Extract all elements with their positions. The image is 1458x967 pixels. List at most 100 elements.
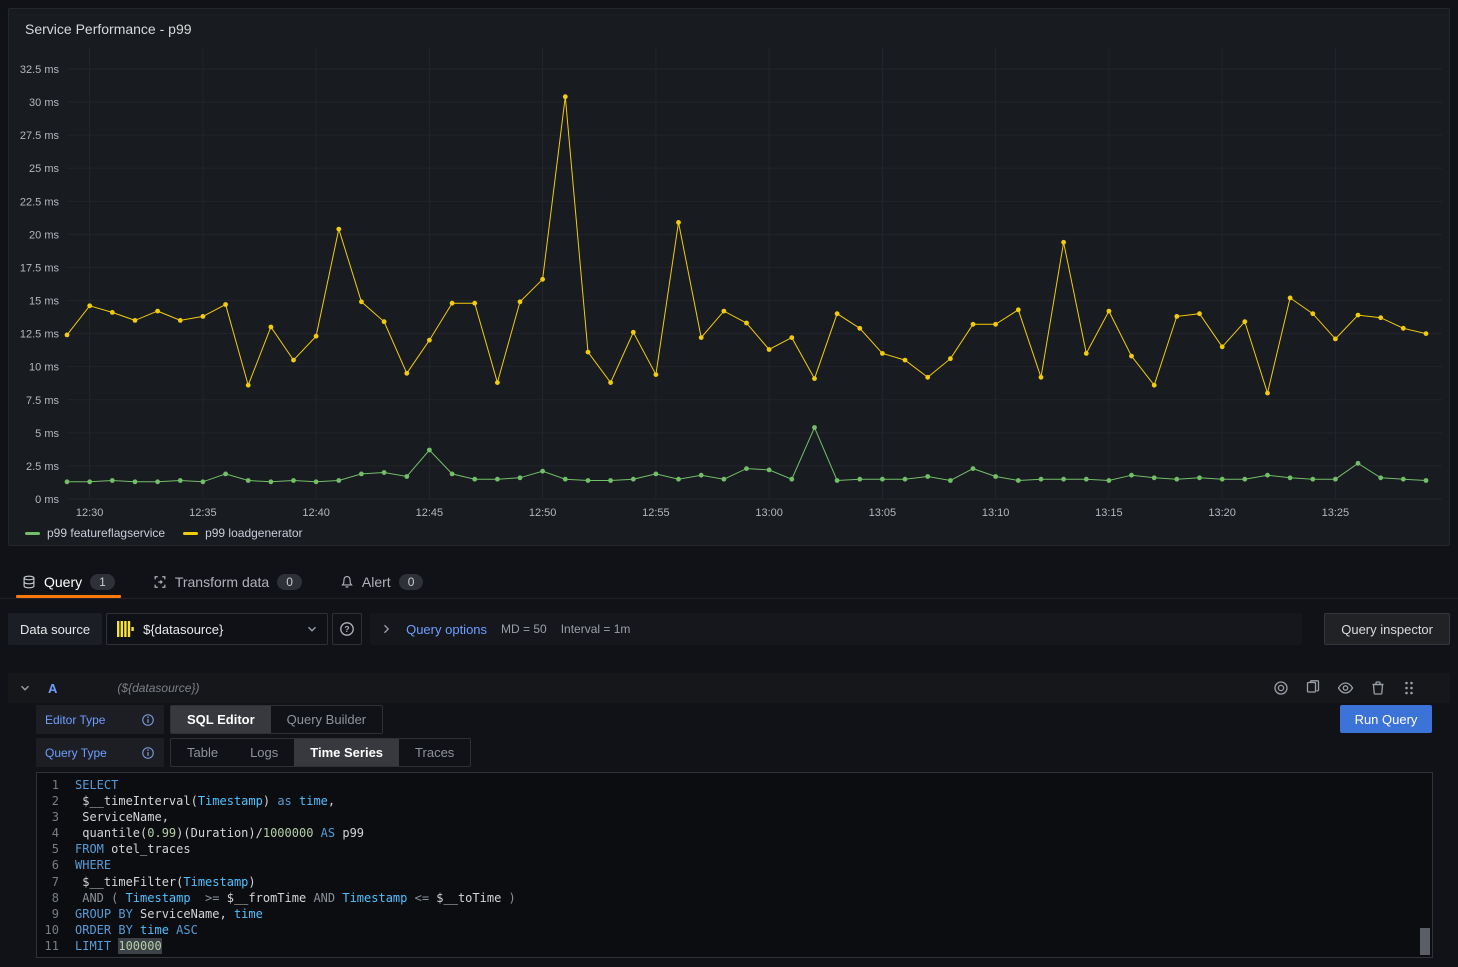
tab-count-badge: 0 — [277, 574, 302, 590]
line-number: 9 — [37, 906, 75, 922]
query-options-link[interactable]: Query options — [406, 622, 487, 637]
line-number: 3 — [37, 809, 75, 825]
query-type-option-traces[interactable]: Traces — [399, 739, 470, 766]
svg-text:15 ms: 15 ms — [29, 296, 59, 308]
collapse-chevron-icon[interactable] — [18, 681, 32, 695]
datasource-help-button[interactable]: ? — [332, 613, 362, 645]
chevron-down-icon — [305, 622, 319, 636]
line-number: 8 — [37, 890, 75, 906]
line-number: 2 — [37, 793, 75, 809]
code-line: 6WHERE — [37, 857, 1432, 873]
query-inspector-button[interactable]: Query inspector — [1324, 613, 1450, 645]
line-number: 6 — [37, 857, 75, 873]
tab-query[interactable]: Query 1 — [16, 566, 121, 598]
query-type-option-time-series[interactable]: Time Series — [294, 739, 399, 766]
legend-swatch — [25, 532, 40, 535]
tab-label: Query — [44, 574, 82, 590]
info-circle-icon — [141, 746, 155, 760]
svg-text:?: ? — [344, 624, 349, 634]
svg-text:13:05: 13:05 — [869, 507, 897, 519]
svg-text:22.5 ms: 22.5 ms — [20, 196, 60, 208]
clickhouse-logo-icon — [115, 619, 135, 639]
svg-text:7.5 ms: 7.5 ms — [26, 395, 60, 407]
sql-code-editor[interactable]: 1SELECT2 $__timeInterval(Timestamp) as t… — [36, 772, 1433, 958]
query-ref-id: A — [48, 681, 57, 696]
line-number: 10 — [37, 922, 75, 938]
svg-text:17.5 ms: 17.5 ms — [20, 262, 60, 274]
svg-text:12.5 ms: 12.5 ms — [20, 329, 60, 341]
datasource-label: Data source — [8, 613, 102, 645]
max-data-points-value: MD = 50 — [501, 622, 547, 636]
svg-text:30 ms: 30 ms — [29, 97, 59, 109]
line-number: 5 — [37, 841, 75, 857]
svg-text:5 ms: 5 ms — [35, 428, 59, 440]
query-type-label-chip: Query Type — [36, 738, 164, 767]
query-type-segmented-control: TableLogsTime SeriesTraces — [170, 738, 471, 767]
svg-text:2.5 ms: 2.5 ms — [26, 461, 60, 473]
query-type-option-table[interactable]: Table — [171, 739, 234, 766]
legend-item[interactable]: p99 loadgenerator — [183, 526, 302, 540]
datasource-picker[interactable]: ${datasource} — [106, 613, 328, 645]
run-query-button[interactable]: Run Query — [1340, 705, 1432, 733]
svg-text:12:30: 12:30 — [76, 507, 104, 519]
chevron-right-icon[interactable] — [380, 623, 392, 635]
svg-text:13:00: 13:00 — [755, 507, 783, 519]
query-datasource-hint: (${datasource}) — [117, 681, 199, 695]
datasource-row: Data source ${datasource} ? Query option… — [8, 613, 1450, 645]
line-number: 1 — [37, 777, 75, 793]
code-line: 7 $__timeFilter(Timestamp) — [37, 874, 1432, 890]
code-line: 2 $__timeInterval(Timestamp) as time, — [37, 793, 1432, 809]
editor-type-option-sql-editor[interactable]: SQL Editor — [171, 706, 271, 733]
query-type-option-logs[interactable]: Logs — [234, 739, 294, 766]
line-number: 4 — [37, 825, 75, 841]
question-circle-icon: ? — [339, 621, 355, 637]
line-number: 11 — [37, 938, 75, 954]
editor-type-option-query-builder[interactable]: Query Builder — [271, 706, 382, 733]
svg-text:13:25: 13:25 — [1322, 507, 1350, 519]
tab-count-badge: 1 — [90, 574, 115, 590]
tab-transform-data[interactable]: Transform data0 — [147, 566, 308, 598]
timeseries-chart[interactable]: 0 ms 2.5 ms 5 ms 7.5 ms 10 ms 12.5 ms 15 ms 17.… — [9, 9, 1451, 519]
remove-query-trash-icon[interactable] — [1370, 680, 1386, 696]
svg-text:20 ms: 20 ms — [29, 229, 59, 241]
editor-type-segmented-control: SQL EditorQuery Builder — [170, 705, 383, 734]
hide-query-eye-icon[interactable] — [1337, 680, 1354, 696]
code-line: 11LIMIT 100000 — [37, 938, 1432, 954]
duplicate-query-icon[interactable] — [1305, 680, 1321, 696]
legend-item[interactable]: p99 featureflagservice — [25, 526, 165, 540]
code-editor-scrollbar-thumb[interactable] — [1420, 928, 1430, 955]
chart-legend: p99 featureflagservice p99 loadgenerator — [25, 526, 303, 540]
svg-text:0 ms: 0 ms — [35, 494, 59, 506]
svg-text:13:20: 13:20 — [1208, 507, 1236, 519]
timeseries-panel: 0 ms 2.5 ms 5 ms 7.5 ms 10 ms 12.5 ms 15 ms 17.… — [8, 8, 1450, 546]
svg-text:10 ms: 10 ms — [29, 362, 59, 374]
transform-icon — [153, 575, 167, 589]
query-type-label: Query Type — [45, 746, 141, 760]
code-line: 8 AND ( Timestamp >= $__fromTime AND Tim… — [37, 890, 1432, 906]
query-options-strip: Query options MD = 50 Interval = 1m — [370, 613, 1302, 645]
tab-count-badge: 0 — [399, 574, 424, 590]
info-circle-icon — [141, 713, 155, 727]
horizontal-scrollbar-track[interactable] — [0, 551, 1458, 557]
bell-icon — [340, 575, 354, 589]
record-icon[interactable] — [1273, 680, 1289, 696]
svg-text:12:40: 12:40 — [302, 507, 330, 519]
legend-swatch — [183, 532, 198, 535]
svg-text:12:35: 12:35 — [189, 507, 217, 519]
editor-type-label: Editor Type — [45, 713, 141, 727]
tab-alert[interactable]: Alert0 — [334, 566, 429, 598]
code-line: 4 quantile(0.99)(Duration)/1000000 AS p9… — [37, 825, 1432, 841]
query-type-row: Query Type TableLogsTime SeriesTraces — [36, 738, 471, 767]
code-line: 5FROM otel_traces — [37, 841, 1432, 857]
legend-label: p99 featureflagservice — [47, 526, 165, 540]
code-line: 1SELECT — [37, 777, 1432, 793]
query-row-header[interactable]: A (${datasource}) — [8, 673, 1450, 703]
datasource-picker-value: ${datasource} — [143, 622, 297, 637]
panel-edit-tabs: Query 1 Transform data0 Alert0 — [0, 566, 1458, 599]
svg-text:13:10: 13:10 — [982, 507, 1010, 519]
editor-type-label-chip: Editor Type — [36, 705, 164, 734]
svg-text:12:55: 12:55 — [642, 507, 670, 519]
sql-code-lines: 1SELECT2 $__timeInterval(Timestamp) as t… — [37, 773, 1432, 954]
drag-handle-icon[interactable] — [1402, 680, 1416, 696]
svg-text:12:50: 12:50 — [529, 507, 557, 519]
